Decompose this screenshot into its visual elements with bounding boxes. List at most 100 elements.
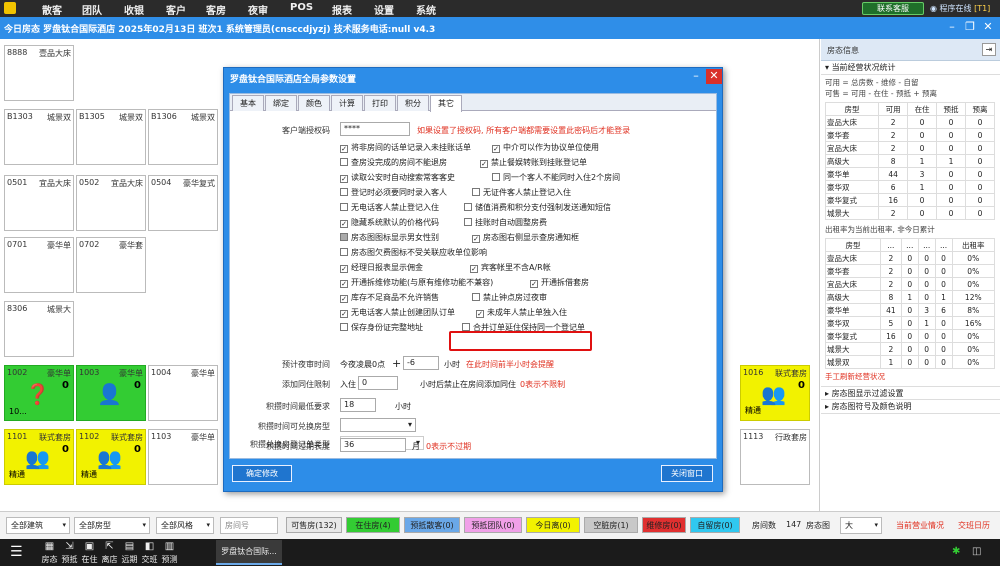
room-card[interactable]: 0701 豪华单 <box>4 237 74 293</box>
taskbar-item[interactable]: ⇲ 预抵 <box>60 541 79 565</box>
checkbox-box[interactable]: ✓ <box>340 265 348 273</box>
room-card[interactable]: 0702 豪华套 <box>76 237 146 293</box>
close-dialog-button[interactable]: 关闭窗口 <box>661 465 713 482</box>
checkbox-box[interactable]: ✓ <box>472 235 480 243</box>
style-select[interactable]: 全部风格 ▾ <box>156 517 214 534</box>
option-checkbox[interactable]: ✓ 无电话客人禁止创建团队订单 <box>340 307 455 318</box>
contact-service-button[interactable]: 联系客服 <box>862 2 924 15</box>
menu-item[interactable]: POS <box>290 2 313 13</box>
maximize-icon[interactable]: ❐ <box>962 20 978 35</box>
option-checkbox[interactable]: 房态图欠费图标不受关联应收单位影响 <box>340 247 487 258</box>
checkbox-box[interactable] <box>340 188 348 196</box>
menu-item[interactable]: 报表 <box>332 2 352 17</box>
option-checkbox[interactable]: ✓ 禁止餐娱转账到挂账登记单 <box>480 157 587 168</box>
business-status-link[interactable]: 当前营业情况 <box>896 520 944 531</box>
menu-item[interactable]: 客户 <box>166 2 186 17</box>
building-select[interactable]: 全部建筑 ▾ <box>6 517 70 534</box>
option-checkbox[interactable]: ✓ 宾客帐里不含A/R帐 <box>470 262 551 273</box>
option-checkbox[interactable]: ✓ 读取公安时自动搜索常客客史 <box>340 172 455 183</box>
dialog-tab[interactable]: 绑定 <box>265 95 297 111</box>
option-checkbox[interactable]: 无证件客人禁止登记入住 <box>472 187 571 198</box>
dialog-tab[interactable]: 积分 <box>397 95 429 111</box>
status-filter-button[interactable]: 预抵团队(0) <box>464 517 522 533</box>
section-stats[interactable]: ▾ 当前经营状况统计 <box>821 61 1000 75</box>
checkbox-box[interactable] <box>340 248 348 256</box>
checkbox-box[interactable] <box>464 218 472 226</box>
room-card[interactable]: 0502 宜品大床 <box>76 175 146 231</box>
checkbox-box[interactable]: ✓ <box>340 145 348 153</box>
room-card[interactable]: 1004 豪华单 <box>148 365 218 421</box>
checkbox-box[interactable]: ✓ <box>340 280 348 288</box>
room-card[interactable]: 1101 联式套房 0 👥 精通 <box>4 429 74 485</box>
room-number-input[interactable]: 房间号 <box>220 517 278 534</box>
close-icon[interactable]: ✕ <box>980 20 996 35</box>
option-checkbox[interactable]: 禁止钟点房过夜审 <box>472 292 547 303</box>
checkbox-box[interactable] <box>340 323 348 331</box>
checkbox-box[interactable]: ✓ <box>492 145 500 153</box>
dialog-tab[interactable]: 颜色 <box>298 95 330 111</box>
taskbar-item[interactable]: ▥ 预测 <box>160 541 179 565</box>
confirm-button[interactable]: 确定修改 <box>232 465 292 482</box>
roomtype-select[interactable]: 全部房型 ▾ <box>74 517 150 534</box>
menu-item[interactable]: 散客 <box>42 2 62 17</box>
pin-icon[interactable]: ⇥ <box>982 43 996 56</box>
option-checkbox[interactable]: ✓ 隐藏系统默认的价格代码 <box>340 217 439 228</box>
redeem-type-select[interactable]: ▾ <box>340 418 416 432</box>
tray-icon[interactable]: ◫ <box>972 546 981 557</box>
auth-code-input[interactable]: **** <box>340 122 410 136</box>
taskbar-app[interactable]: 罗盘钛合国际... <box>216 540 282 565</box>
menu-item[interactable]: 夜审 <box>248 2 268 17</box>
taskbar-item[interactable]: ⇱ 离店 <box>100 541 119 565</box>
option-checkbox[interactable]: 挂账时自动圆整房费 <box>464 217 547 228</box>
checkbox-box[interactable]: ✓ <box>530 280 538 288</box>
checkbox-box[interactable] <box>472 293 480 301</box>
option-checkbox[interactable]: ✓ 未成年人禁止单独入住 <box>476 307 567 318</box>
option-checkbox[interactable]: ✓ 房态图右侧显示查房通知框 <box>472 232 579 243</box>
section-legend[interactable]: ▸ 房态图符号及颜色说明 <box>821 400 1000 414</box>
option-checkbox[interactable]: ✓ 将非房间的话单记录入未挂账话单 <box>340 142 471 153</box>
cohabit-limit-input[interactable]: 0 <box>358 376 398 390</box>
tray-icon[interactable]: ✱ <box>952 546 960 557</box>
room-card[interactable]: B1303 城景双 <box>4 109 74 165</box>
checkbox-box[interactable]: ✓ <box>470 265 478 273</box>
checkbox-box[interactable] <box>340 203 348 211</box>
checkbox-box[interactable] <box>492 173 500 181</box>
dialog-tab[interactable]: 打印 <box>364 95 396 111</box>
minimize-icon[interactable]: – <box>944 20 960 35</box>
view-size-select[interactable]: 大 ▾ <box>840 517 882 534</box>
expire-input[interactable]: 36 <box>340 438 406 452</box>
menu-item[interactable]: 客房 <box>206 2 226 17</box>
room-card[interactable]: B1306 城景双 <box>148 109 218 165</box>
status-filter-button[interactable]: 今日离(0) <box>526 517 580 533</box>
room-card[interactable]: 0501 宜品大床 <box>4 175 74 231</box>
room-card[interactable]: 0504 豪华复式 <box>148 175 218 231</box>
option-checkbox[interactable]: ✓ 开通拆借套房 <box>530 277 589 288</box>
room-card[interactable]: 1002 豪华单 0 ❓ 10... <box>4 365 74 421</box>
status-filter-button[interactable]: 自留房(0) <box>690 517 740 533</box>
option-checkbox[interactable]: 房态图图标显示男女性别 <box>340 232 439 243</box>
checkbox-box[interactable]: ✓ <box>340 295 348 303</box>
room-card[interactable]: B1305 城景双 <box>76 109 146 165</box>
taskbar-item[interactable]: ◧ 交班 <box>140 541 159 565</box>
room-card[interactable]: 1103 豪华单 <box>148 429 218 485</box>
room-card[interactable]: 1003 豪华单 0 👤 <box>76 365 146 421</box>
night-audit-input[interactable]: -6 <box>403 356 439 370</box>
checkbox-box[interactable]: ✓ <box>480 160 488 168</box>
room-card[interactable]: 8888 壹品大床 <box>4 45 74 101</box>
checkbox-box[interactable] <box>462 323 470 331</box>
status-filter-button[interactable]: 在住房(4) <box>346 517 400 533</box>
checkbox-box[interactable]: ✓ <box>340 310 348 318</box>
checkbox-box[interactable] <box>472 188 480 196</box>
option-checkbox[interactable]: ✓ 中介可以作为协议单位使用 <box>492 142 599 153</box>
taskbar-item[interactable]: ▦ 房态 <box>40 541 59 565</box>
option-checkbox[interactable]: ✓ 库存不足商品不允许销售 <box>340 292 439 303</box>
option-checkbox[interactable]: 登记时必须要同时录入客人 <box>340 187 447 198</box>
room-card[interactable]: 1016 联式套房 0 👥 精通 <box>740 365 810 421</box>
menu-item[interactable]: 设置 <box>374 2 394 17</box>
room-card[interactable]: 8306 城景大 <box>4 301 74 357</box>
grid-menu-icon[interactable]: ☰ <box>10 544 23 560</box>
room-card[interactable]: 1102 联式套房 0 👥 精通 <box>76 429 146 485</box>
section-filter-settings[interactable]: ▸ 房态图显示过滤设置 <box>821 386 1000 400</box>
checkbox-box[interactable]: ✓ <box>340 220 348 228</box>
option-checkbox[interactable]: 保存身份证完整地址 <box>340 322 423 333</box>
